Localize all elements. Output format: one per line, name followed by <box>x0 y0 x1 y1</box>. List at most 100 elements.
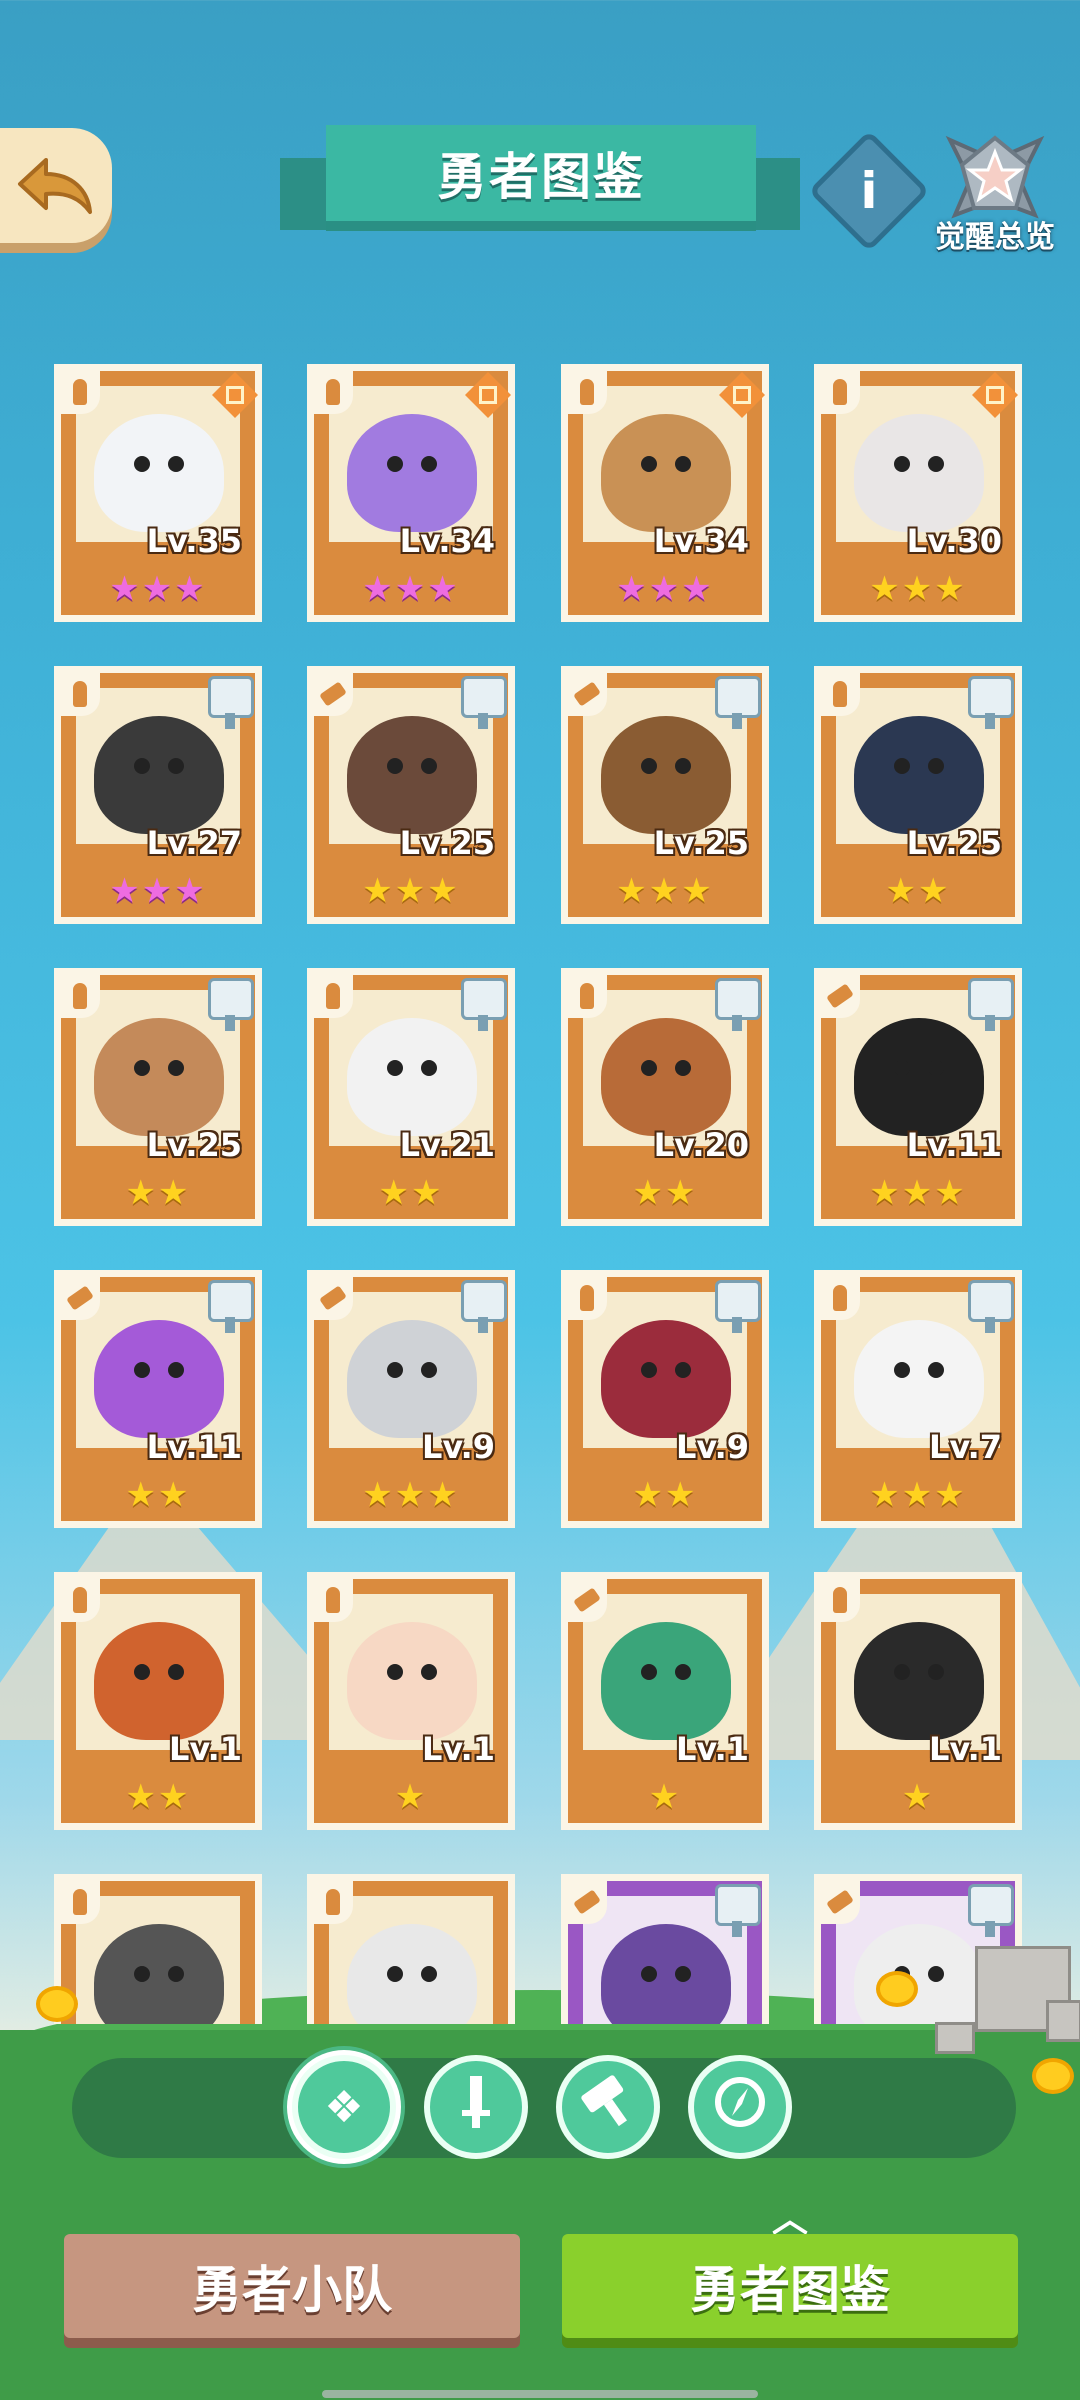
sword-class-icon <box>820 1578 860 1622</box>
page-title-banner: 勇者图鉴 <box>326 125 756 221</box>
hero-card[interactable]: Lv.21 ★★ <box>307 968 515 1226</box>
hero-card[interactable]: Lv.25 ★★ <box>814 666 1022 924</box>
hero-card[interactable]: Lv.1 ★★ <box>54 1572 262 1830</box>
hero-avatar <box>854 1018 984 1136</box>
hero-card[interactable] <box>561 1874 769 2024</box>
all-classes-icon: ❖ <box>324 2081 364 2133</box>
hero-avatar <box>94 716 224 834</box>
hero-stars: ★★ <box>378 1173 444 1213</box>
hero-card[interactable]: Lv.34 ★★★ <box>307 364 515 622</box>
hero-avatar <box>854 1622 984 1740</box>
hero-stars: ★★★ <box>109 569 207 609</box>
hero-portrait <box>836 386 1000 542</box>
home-indicator[interactable] <box>322 2390 758 2398</box>
filter-compass-button[interactable] <box>688 2055 792 2159</box>
hero-card[interactable]: Lv.25 ★★★ <box>307 666 515 924</box>
flower-decoration <box>40 1990 74 2018</box>
hero-stars: ★★★ <box>869 569 967 609</box>
anvil-icon <box>968 1884 1014 1937</box>
tab-hero-team[interactable]: 勇者小队 <box>64 2234 520 2338</box>
hammer-class-icon <box>567 1880 607 1924</box>
hero-eye <box>421 758 437 774</box>
info-icon: i <box>860 162 878 220</box>
sword-class-icon <box>60 370 100 414</box>
hero-card[interactable]: Lv.9 ★★★ <box>307 1270 515 1528</box>
hero-level: Lv.11 <box>146 1428 242 1466</box>
rock-decoration <box>1046 2000 1080 2042</box>
hero-card[interactable]: Lv.7 ★★★ <box>814 1270 1022 1528</box>
tab-hero-codex[interactable]: 勇者图鉴 <box>562 2234 1018 2338</box>
back-button[interactable] <box>0 128 112 243</box>
filter-all-button[interactable]: ❖ <box>292 2055 396 2159</box>
hero-stars: ★★ <box>125 1173 191 1213</box>
hero-eye <box>675 1060 691 1076</box>
hero-card[interactable] <box>307 1874 515 2024</box>
hammer-class-icon <box>567 672 607 716</box>
hero-eye <box>387 1664 403 1680</box>
hero-level: Lv.25 <box>399 824 495 862</box>
hero-eye <box>894 758 910 774</box>
hero-card[interactable]: Lv.9 ★★ <box>561 1270 769 1528</box>
hero-card[interactable]: Lv.25 ★★★ <box>561 666 769 924</box>
hero-card[interactable]: Lv.20 ★★ <box>561 968 769 1226</box>
filter-sword-button[interactable] <box>424 2055 528 2159</box>
hero-card[interactable]: Lv.34 ★★★ <box>561 364 769 622</box>
hero-eye <box>641 456 657 472</box>
hero-avatar <box>347 1018 477 1136</box>
hammer-class-icon <box>60 1276 100 1320</box>
hero-avatar <box>601 1622 731 1740</box>
hero-card[interactable]: Lv.11 ★★★ <box>814 968 1022 1226</box>
hero-eye <box>928 1966 944 1982</box>
hero-eye <box>675 1664 691 1680</box>
class-filter-bar <box>72 2058 1016 2158</box>
hero-level: Lv.30 <box>906 522 1002 560</box>
hero-card[interactable]: Lv.25 ★★ <box>54 968 262 1226</box>
hero-card[interactable] <box>54 1874 262 2024</box>
compass-class-icon <box>712 2074 768 2141</box>
hero-level: Lv.34 <box>399 522 495 560</box>
hero-eye <box>168 456 184 472</box>
hero-stars: ★★★ <box>869 1475 967 1515</box>
hero-avatar <box>347 1622 477 1740</box>
anvil-icon <box>715 1280 761 1333</box>
sword-class-icon <box>313 974 353 1018</box>
hero-stars: ★ <box>648 1777 682 1817</box>
hero-portrait <box>76 1594 240 1750</box>
hero-eye <box>134 1966 150 1982</box>
hero-portrait <box>836 1594 1000 1750</box>
sword-class-icon <box>60 974 100 1018</box>
hero-portrait <box>329 386 493 542</box>
hero-card[interactable]: Lv.30 ★★★ <box>814 364 1022 622</box>
hero-stars: ★ <box>901 1777 935 1817</box>
hero-stars: ★★★ <box>869 1173 967 1213</box>
hero-eye <box>134 1664 150 1680</box>
chevron-up-icon: ︿ <box>771 2199 808 2240</box>
sword-class-icon <box>820 672 860 716</box>
hero-portrait <box>329 1896 493 2024</box>
hero-eye <box>168 758 184 774</box>
sword-class-icon <box>313 370 353 414</box>
sword-class-icon <box>456 2074 496 2141</box>
hero-card[interactable]: Lv.1 ★ <box>307 1572 515 1830</box>
hero-card[interactable]: Lv.11 ★★ <box>54 1270 262 1528</box>
flower-decoration <box>1036 2062 1070 2090</box>
hero-stars: ★★★ <box>616 871 714 911</box>
hero-card[interactable]: Lv.27 ★★★ <box>54 666 262 924</box>
filter-hammer-button[interactable] <box>556 2055 660 2159</box>
hero-eye <box>894 1664 910 1680</box>
hero-level: Lv.21 <box>399 1126 495 1164</box>
hero-card[interactable]: Lv.1 ★ <box>814 1572 1022 1830</box>
hero-card[interactable]: Lv.35 ★★★ <box>54 364 262 622</box>
hero-eye <box>641 1664 657 1680</box>
hero-eye <box>421 456 437 472</box>
hammer-class-icon <box>820 1880 860 1924</box>
hero-avatar <box>94 1320 224 1438</box>
hero-eye <box>641 1362 657 1378</box>
hero-card[interactable]: Lv.1 ★ <box>561 1572 769 1830</box>
hero-stars: ★★★ <box>362 871 460 911</box>
hero-eye <box>387 1966 403 1982</box>
hero-level: Lv.25 <box>906 824 1002 862</box>
hero-eye <box>134 456 150 472</box>
hero-eye <box>675 1362 691 1378</box>
sword-class-icon <box>567 1276 607 1320</box>
